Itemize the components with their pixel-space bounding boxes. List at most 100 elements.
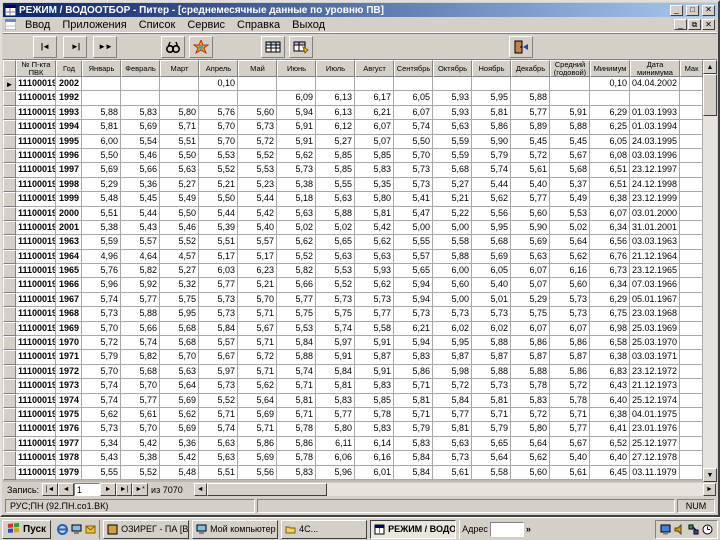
grid-cell[interactable]: 5,77 — [433, 407, 472, 423]
grid-cell[interactable]: 5,70 — [199, 134, 238, 149]
grid-cell[interactable]: 5,44 — [238, 192, 277, 207]
grid-cell[interactable]: 25.12.1977 — [630, 436, 680, 452]
grid-cell[interactable]: 5,21 — [199, 177, 238, 193]
grid-cell[interactable]: 1994 — [56, 120, 82, 135]
grid-cell[interactable]: 5,81 — [433, 422, 472, 437]
row-selector[interactable] — [3, 206, 16, 221]
grid-cell[interactable] — [680, 451, 703, 466]
grid-cell[interactable]: 01.03.1993 — [630, 105, 680, 121]
grid-cell[interactable]: 5,83 — [355, 422, 394, 437]
grid-cell[interactable] — [680, 91, 703, 106]
row-selector[interactable] — [3, 235, 16, 250]
tray-volume-icon[interactable] — [674, 523, 685, 535]
row-selector[interactable] — [3, 105, 16, 121]
grid-cell[interactable]: 5,77 — [121, 292, 160, 308]
grid-cell[interactable]: 5,70 — [199, 120, 238, 135]
grid-cell[interactable]: 5,85 — [316, 163, 355, 178]
grid-cell[interactable]: 1972 — [56, 364, 82, 380]
grid-cell[interactable]: 5,83 — [277, 465, 316, 480]
grid-cell[interactable]: 5,29 — [511, 292, 550, 308]
row-selector[interactable] — [3, 465, 16, 480]
grid-cell[interactable]: 5,73 — [394, 163, 433, 178]
grid-cell[interactable]: 5,88 — [82, 105, 121, 121]
grid-cell[interactable]: 5,66 — [121, 163, 160, 178]
row-selector[interactable] — [3, 220, 16, 236]
grid-cell[interactable]: 6,06 — [316, 451, 355, 466]
grid-cell[interactable]: 5,40 — [472, 278, 511, 293]
grid-cell[interactable]: 5,79 — [472, 148, 511, 164]
column-header[interactable]: Мак — [680, 60, 703, 77]
grid-cell[interactable]: 11100019 — [16, 148, 56, 164]
grid-cell[interactable]: 0,10 — [590, 77, 630, 92]
grid-cell[interactable]: 5,88 — [472, 364, 511, 380]
grid-cell[interactable]: 5,87 — [355, 350, 394, 365]
grid-cell[interactable]: 5,63 — [199, 436, 238, 452]
column-header[interactable]: Апрель — [199, 60, 238, 77]
close-button[interactable]: ✕ — [702, 4, 715, 16]
grid-cell[interactable]: 5,73 — [433, 451, 472, 466]
grid-cell[interactable]: 5,53 — [277, 321, 316, 337]
grid-cell[interactable]: 11100019 — [16, 206, 56, 221]
outlook-icon[interactable] — [85, 524, 96, 535]
menu-item-prilozheniya[interactable]: Приложения — [56, 18, 132, 32]
grid-cell[interactable]: 5,97 — [199, 364, 238, 380]
row-selector[interactable] — [3, 422, 16, 437]
grid-cell[interactable]: 5,68 — [550, 163, 590, 178]
grid-cell[interactable]: 5,50 — [160, 148, 199, 164]
row-selector[interactable] — [3, 393, 16, 408]
grid-cell[interactable] — [680, 278, 703, 293]
grid-cell[interactable]: 5,96 — [82, 278, 121, 293]
grid-cell[interactable]: 5,51 — [199, 465, 238, 480]
grid-cell[interactable]: 6,25 — [590, 120, 630, 135]
minimize-button[interactable]: _ — [670, 4, 683, 16]
grid-cell[interactable]: 5,93 — [433, 105, 472, 121]
grid-cell[interactable]: 5,72 — [511, 407, 550, 423]
grid-cell[interactable]: 5,63 — [433, 436, 472, 452]
grid-cell[interactable]: 1964 — [56, 249, 82, 265]
grid-cell[interactable]: 5,83 — [355, 163, 394, 178]
grid-cell[interactable]: 01.03.1994 — [630, 120, 680, 135]
grid-cell[interactable]: 6,00 — [433, 264, 472, 279]
grid-cell[interactable]: 5,71 — [277, 379, 316, 394]
grid-cell[interactable]: 5,81 — [472, 105, 511, 121]
grid-cell[interactable]: 5,62 — [355, 278, 394, 293]
grid-cell[interactable]: 5,86 — [238, 436, 277, 452]
nav-new-record-button[interactable]: ►* — [132, 483, 149, 496]
grid-cell[interactable] — [680, 393, 703, 408]
grid-cell[interactable]: 5,77 — [316, 407, 355, 423]
grid-cell[interactable]: 5,95 — [160, 307, 199, 322]
tray-scheduler-icon[interactable] — [702, 524, 713, 535]
grid-cell[interactable]: 5,83 — [394, 350, 433, 365]
row-selector[interactable] — [3, 249, 16, 265]
grid-cell[interactable]: 5,50 — [82, 148, 121, 164]
grid-cell[interactable]: 6,38 — [590, 350, 630, 365]
child-close-button[interactable]: ✕ — [702, 19, 715, 30]
selector-header[interactable] — [3, 60, 16, 77]
grid-cell[interactable]: 6,45 — [590, 465, 630, 480]
grid-cell[interactable]: 5,98 — [433, 364, 472, 380]
column-header[interactable]: Май — [238, 60, 277, 77]
grid-cell[interactable]: 5,60 — [433, 278, 472, 293]
grid-cell[interactable]: 5,73 — [550, 292, 590, 308]
grid-cell[interactable]: 5,78 — [277, 422, 316, 437]
grid-cell[interactable]: 5,44 — [199, 206, 238, 221]
grid-cell[interactable]: 1992 — [56, 91, 82, 106]
grid-cell[interactable]: 5,56 — [472, 206, 511, 221]
grid-cell[interactable]: 5,72 — [238, 350, 277, 365]
grid-cell[interactable]: 5,01 — [472, 292, 511, 308]
grid-cell[interactable]: 5,60 — [511, 206, 550, 221]
grid-cell[interactable] — [680, 134, 703, 149]
grid-cell[interactable] — [680, 206, 703, 221]
grid-cell[interactable]: 5,67 — [550, 148, 590, 164]
grid-cell[interactable]: 5,38 — [121, 451, 160, 466]
grid-cell[interactable] — [82, 77, 121, 92]
grid-cell[interactable]: 5,50 — [394, 134, 433, 149]
grid-cell[interactable]: 5,51 — [199, 235, 238, 250]
grid-cell[interactable] — [680, 220, 703, 236]
grid-cell[interactable]: 5,62 — [160, 407, 199, 423]
grid-cell[interactable]: 5,85 — [355, 393, 394, 408]
grid-cell[interactable]: 5,63 — [511, 249, 550, 265]
grid-cell[interactable] — [433, 77, 472, 92]
query-button[interactable] — [289, 35, 313, 58]
grid-cell[interactable]: 5,61 — [433, 465, 472, 480]
